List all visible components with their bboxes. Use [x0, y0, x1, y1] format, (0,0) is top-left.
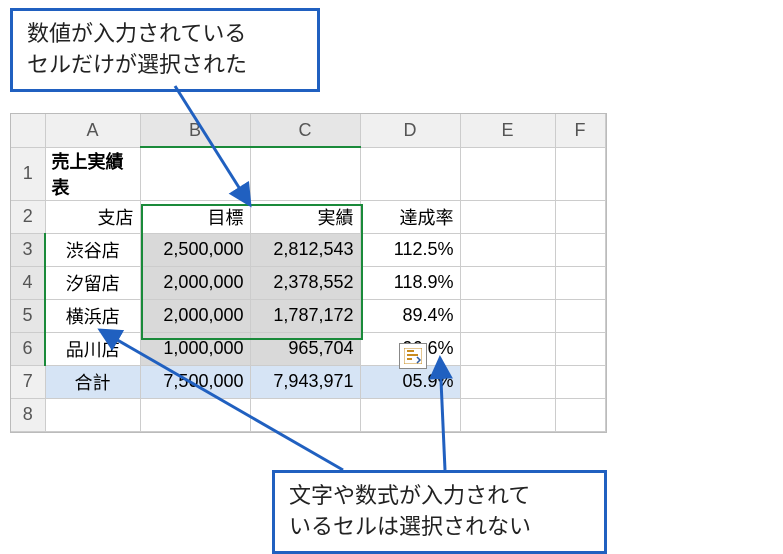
cell-A8[interactable] — [45, 398, 140, 431]
cell-B7[interactable]: 7,500,000 — [140, 365, 250, 398]
cell-F5[interactable] — [555, 299, 605, 332]
callout-bottom-line2: いるセルは選択されない — [289, 514, 531, 539]
callout-bottom-line1: 文字や数式が入力されて — [289, 483, 530, 508]
cell-A2[interactable]: 支店 — [45, 200, 140, 233]
cell-F4[interactable] — [555, 266, 605, 299]
cell-E1[interactable] — [460, 147, 555, 200]
cell-A4[interactable]: 汐留店 — [45, 266, 140, 299]
cell-F3[interactable] — [555, 233, 605, 266]
cell-C4[interactable]: 2,378,552 — [250, 266, 360, 299]
callout-top-line1: 数値が入力されている — [27, 21, 246, 46]
rowhdr-5[interactable]: 5 — [11, 299, 45, 332]
spreadsheet: A B C D E F 1 売上実績表 2 支店 目標 実績 達成率 3 — [10, 113, 607, 433]
colhdr-F[interactable]: F — [555, 114, 605, 147]
cell-A3[interactable]: 渋谷店 — [45, 233, 140, 266]
cell-A6[interactable]: 品川店 — [45, 332, 140, 365]
colhdr-A[interactable]: A — [45, 114, 140, 147]
callout-top-line2: セルだけが選択された — [27, 52, 247, 77]
colhdr-D[interactable]: D — [360, 114, 460, 147]
cell-E7[interactable] — [460, 365, 555, 398]
cell-D7[interactable]: 05.9% — [360, 365, 460, 398]
cell-D3[interactable]: 112.5% — [360, 233, 460, 266]
cell-B3[interactable]: 2,500,000 — [140, 233, 250, 266]
cell-D1[interactable] — [360, 147, 460, 200]
cell-E6[interactable] — [460, 332, 555, 365]
quick-analysis-icon[interactable] — [399, 343, 427, 369]
rowhdr-4[interactable]: 4 — [11, 266, 45, 299]
callout-bottom: 文字や数式が入力されて いるセルは選択されない — [272, 470, 607, 554]
cell-E4[interactable] — [460, 266, 555, 299]
rowhdr-6[interactable]: 6 — [11, 332, 45, 365]
callout-top: 数値が入力されている セルだけが選択された — [10, 8, 320, 92]
cell-E5[interactable] — [460, 299, 555, 332]
colhdr-E[interactable]: E — [460, 114, 555, 147]
cell-B2[interactable]: 目標 — [140, 200, 250, 233]
cell-A1[interactable]: 売上実績表 — [45, 147, 140, 200]
cell-D5[interactable]: 89.4% — [360, 299, 460, 332]
cell-B5[interactable]: 2,000,000 — [140, 299, 250, 332]
grid[interactable]: A B C D E F 1 売上実績表 2 支店 目標 実績 達成率 3 — [11, 114, 606, 432]
cell-B4[interactable]: 2,000,000 — [140, 266, 250, 299]
cell-D2[interactable]: 達成率 — [360, 200, 460, 233]
cell-C1[interactable] — [250, 147, 360, 200]
rowhdr-8[interactable]: 8 — [11, 398, 45, 431]
cell-C7[interactable]: 7,943,971 — [250, 365, 360, 398]
cell-E3[interactable] — [460, 233, 555, 266]
cell-A5[interactable]: 横浜店 — [45, 299, 140, 332]
cell-C5[interactable]: 1,787,172 — [250, 299, 360, 332]
cell-F1[interactable] — [555, 147, 605, 200]
rowhdr-7[interactable]: 7 — [11, 365, 45, 398]
cell-A7[interactable]: 合計 — [45, 365, 140, 398]
colhdr-C[interactable]: C — [250, 114, 360, 147]
cell-E2[interactable] — [460, 200, 555, 233]
rowhdr-3[interactable]: 3 — [11, 233, 45, 266]
rowhdr-2[interactable]: 2 — [11, 200, 45, 233]
cell-B8[interactable] — [140, 398, 250, 431]
cell-F8[interactable] — [555, 398, 605, 431]
cell-C2[interactable]: 実績 — [250, 200, 360, 233]
cell-F7[interactable] — [555, 365, 605, 398]
cell-D8[interactable] — [360, 398, 460, 431]
corner-cell[interactable] — [11, 114, 45, 147]
cell-E8[interactable] — [460, 398, 555, 431]
cell-B6[interactable]: 1,000,000 — [140, 332, 250, 365]
cell-C8[interactable] — [250, 398, 360, 431]
cell-F2[interactable] — [555, 200, 605, 233]
cell-C6[interactable]: 965,704 — [250, 332, 360, 365]
cell-D4[interactable]: 118.9% — [360, 266, 460, 299]
cell-B1[interactable] — [140, 147, 250, 200]
rowhdr-1[interactable]: 1 — [11, 147, 45, 200]
colhdr-B[interactable]: B — [140, 114, 250, 147]
cell-F6[interactable] — [555, 332, 605, 365]
cell-C3[interactable]: 2,812,543 — [250, 233, 360, 266]
